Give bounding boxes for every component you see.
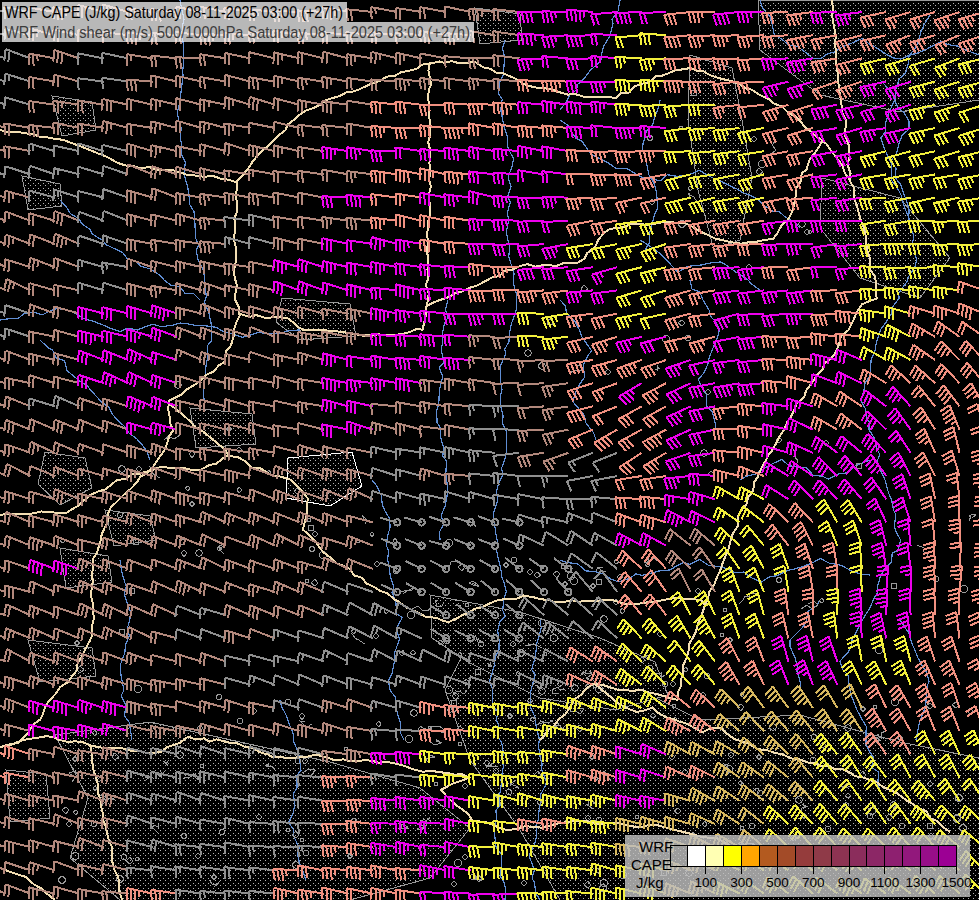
svg-text:700: 700 [802, 875, 825, 890]
svg-text:J/kg: J/kg [636, 874, 664, 891]
svg-text:100: 100 [695, 875, 718, 890]
svg-text:1500: 1500 [941, 875, 971, 890]
svg-text:WRF Wind shear (m/s) 500/1000h: WRF Wind shear (m/s) 500/1000hPa Saturda… [5, 23, 470, 42]
svg-text:CAPE: CAPE [631, 856, 672, 873]
svg-text:900: 900 [838, 875, 861, 890]
svg-text:WRF: WRF [639, 838, 673, 855]
svg-text:300: 300 [730, 875, 753, 890]
svg-text:WRF CAPE (J/kg) Saturday 08-11: WRF CAPE (J/kg) Saturday 08-11-2025 03:0… [5, 3, 343, 22]
svg-text:1300: 1300 [906, 875, 936, 890]
svg-text:500: 500 [766, 875, 789, 890]
svg-text:1100: 1100 [870, 875, 899, 890]
